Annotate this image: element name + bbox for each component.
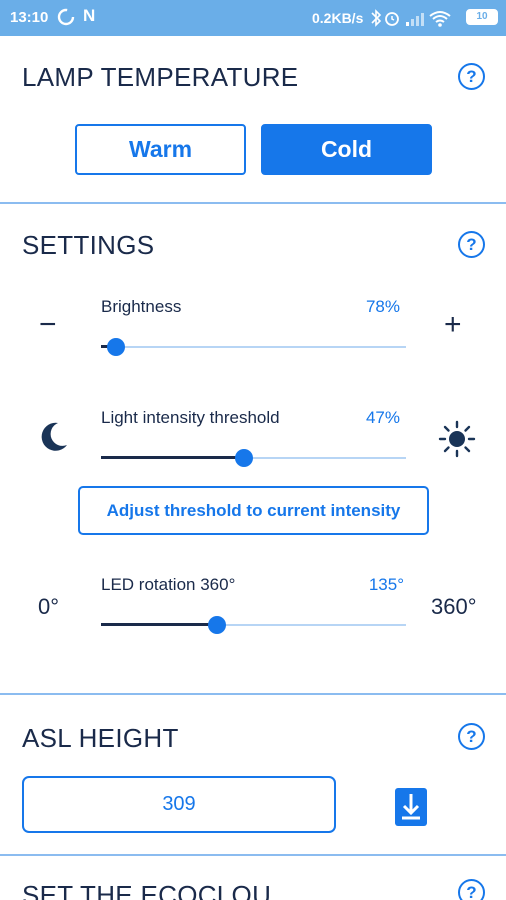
slider-thumb[interactable] [208,616,226,634]
rotation-max-label: 360° [431,594,477,619]
divider [0,202,506,204]
download-button[interactable] [395,788,427,826]
sync-icon [57,8,75,26]
divider [0,693,506,695]
n-icon: N [83,6,96,25]
slider-thumb[interactable] [107,338,125,356]
download-icon [402,794,420,820]
threshold-label: Light intensity threshold [101,408,280,427]
battery-icon: 10 [466,9,498,25]
help-icon[interactable]: ? [458,231,485,258]
asl-height-input[interactable]: 309 [22,776,336,833]
signal-icon [406,13,424,26]
wifi-icon [429,11,451,27]
moon-icon [41,422,67,451]
cold-button[interactable]: Cold [261,124,432,175]
section-title-settings: SETTINGS [22,230,155,260]
bluetooth-icon [371,9,382,27]
slider-thumb[interactable] [235,449,253,467]
brightness-increase-button[interactable]: + [444,310,462,340]
rotation-value: 135° [368,575,404,594]
help-icon[interactable]: ? [458,879,485,900]
brightness-slider[interactable] [101,337,406,357]
brightness-value: 78% [365,297,400,316]
sun-icon [438,420,476,458]
section-title-asl-height: ASL HEIGHT [22,723,179,753]
brightness-decrease-button[interactable]: − [39,310,57,340]
brightness-label: Brightness [101,297,182,316]
rotation-min-label: 0° [38,594,60,619]
slider-track [101,346,406,348]
help-icon[interactable]: ? [458,63,485,90]
divider [0,854,506,856]
status-icons [371,9,451,27]
section-title-lamp-temperature: LAMP TEMPERATURE [22,62,299,92]
rotation-slider[interactable] [101,615,406,635]
adjust-threshold-button[interactable]: Adjust threshold to current intensity [78,486,429,535]
slider-fill [101,623,217,626]
slider-fill [101,456,244,459]
status-time: 13:10 [10,9,49,26]
help-icon[interactable]: ? [458,723,485,750]
threshold-slider[interactable] [101,448,406,468]
threshold-value: 47% [365,408,400,427]
alarm-icon [385,12,399,26]
rotation-label: LED rotation 360° [101,575,236,594]
status-bar: 13:10 N 0.2KB/s 10 [0,0,506,36]
network-speed: 0.2KB/s [312,10,364,26]
section-title-next: SET THE ECOCLOU [22,880,272,900]
warm-button[interactable]: Warm [75,124,246,175]
